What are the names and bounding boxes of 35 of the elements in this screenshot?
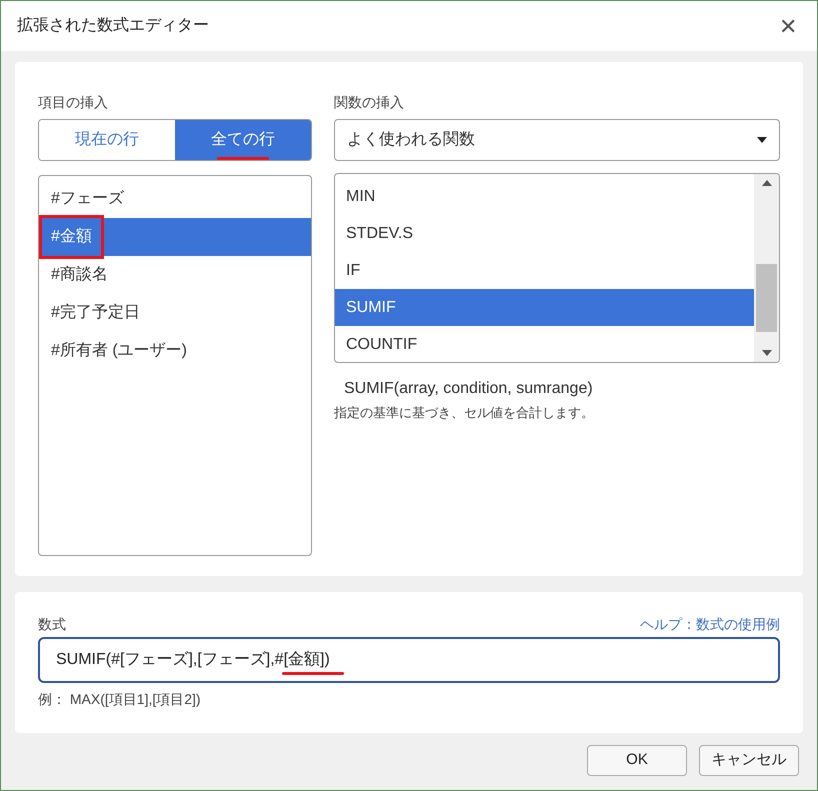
field-item[interactable]: #所有者 (ユーザー) (39, 332, 311, 370)
function-description: 指定の基準に基づき、セル値を合計します。 (334, 404, 595, 422)
function-item[interactable]: STDEV.S (335, 215, 754, 252)
function-dropdown[interactable]: よく使われる関数 (334, 119, 780, 161)
function-item[interactable]: IF (335, 252, 754, 289)
formula-label: 数式 (38, 615, 66, 634)
scroll-down-icon[interactable] (762, 350, 772, 356)
function-item[interactable]: MIN (335, 178, 754, 215)
field-name: #完了予定日 (51, 302, 140, 323)
scroll-up-icon[interactable] (762, 180, 772, 186)
field-name: #商談名 (51, 264, 108, 285)
formula-field[interactable]: SUMIF(#[フェーズ],[フェーズ],#[金額]) (38, 637, 780, 683)
window-title: 拡張された数式エディター (17, 16, 209, 36)
function-item[interactable]: COUNTIF (335, 326, 754, 362)
field-item[interactable]: #金額 (39, 218, 311, 256)
field-item[interactable]: #完了予定日 (39, 294, 311, 332)
dialog-button[interactable]: キャンセル (699, 745, 799, 776)
field-item[interactable]: #フェーズ (39, 180, 311, 218)
field-name: #所有者 (ユーザー) (51, 340, 187, 361)
function-signature: SUMIF(array, condition, sumrange) (343, 379, 594, 399)
highlight-underline (217, 157, 269, 160)
formula-example: 例： MAX([項目1],[項目2]) (38, 690, 202, 709)
field-name: #金額 (39, 215, 104, 259)
field-name: #フェーズ (51, 189, 124, 209)
close-button[interactable]: ✕ (775, 10, 801, 42)
section-label: 項目の挿入 (38, 93, 109, 112)
segment-tab[interactable]: 全ての行 (175, 120, 311, 160)
field-item[interactable]: #商談名 (39, 256, 311, 294)
scrollbar-thumb[interactable] (756, 264, 777, 332)
section-label: 関数の挿入 (334, 93, 405, 112)
function-item[interactable]: SUMIF (335, 289, 754, 326)
help-link[interactable]: ヘルプ：数式の使用例 (640, 614, 780, 635)
dialog-button[interactable]: OK (587, 745, 687, 776)
scrollbar[interactable] (754, 174, 779, 362)
dropdown-caret-icon (757, 137, 767, 143)
